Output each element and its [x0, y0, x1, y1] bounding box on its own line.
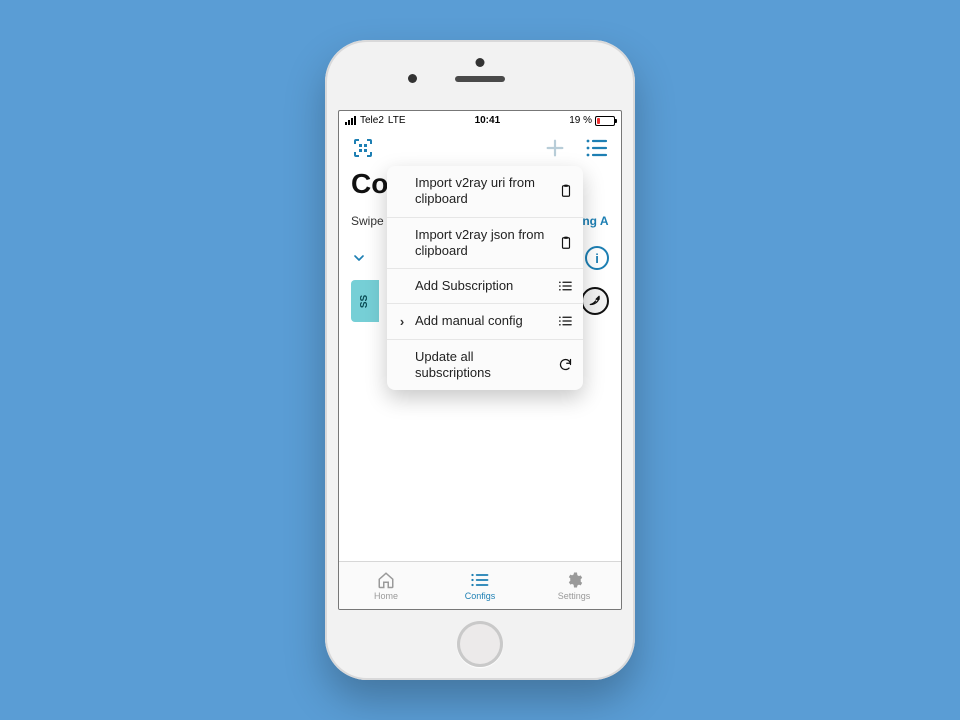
- tab-label: Home: [374, 591, 398, 601]
- status-bar: Tele2 LTE 10:41 19 %: [339, 111, 621, 130]
- tab-bar: Home Configs Settings: [339, 561, 621, 609]
- gear-icon: [565, 571, 583, 589]
- menu-update-subscriptions[interactable]: Update all subscriptions: [387, 340, 583, 391]
- menu-import-json[interactable]: Import v2ray json from clipboard: [387, 218, 583, 270]
- battery-percent: 19 %: [569, 115, 592, 126]
- front-camera: [408, 74, 417, 83]
- menu-add-subscription[interactable]: Add Subscription: [387, 269, 583, 304]
- clipboard-icon: [555, 235, 573, 251]
- home-button[interactable]: [457, 621, 503, 667]
- tab-label: Configs: [465, 591, 496, 601]
- menu-item-label: Add Subscription: [415, 278, 547, 294]
- menu-item-label: Import v2ray uri from clipboard: [415, 175, 547, 208]
- tab-settings[interactable]: Settings: [527, 562, 621, 609]
- menu-item-label: Update all subscriptions: [415, 349, 547, 382]
- protocol-badge: SS: [351, 280, 379, 322]
- chevron-right-icon: ›: [397, 314, 407, 329]
- menu-item-label: Add manual config: [415, 313, 547, 329]
- menu-add-manual-config[interactable]: › Add manual config: [387, 304, 583, 339]
- list-icon: [555, 315, 573, 327]
- swipe-hint: Swipe: [351, 214, 385, 228]
- phone-frame: Tele2 LTE 10:41 19 %: [325, 40, 635, 680]
- proximity-sensor: [476, 58, 485, 67]
- info-icon[interactable]: i: [585, 246, 609, 270]
- carrier-label: Tele2: [360, 115, 384, 126]
- chevron-down-icon: [351, 250, 367, 266]
- network-label: LTE: [388, 115, 406, 126]
- clipboard-icon: [555, 183, 573, 199]
- page-title: Configs: [351, 168, 391, 200]
- add-menu-popover: Import v2ray uri from clipboard Import v…: [387, 166, 583, 390]
- tab-label: Settings: [558, 591, 591, 601]
- scan-qr-button[interactable]: [351, 136, 375, 160]
- add-button[interactable]: [543, 136, 567, 160]
- refresh-icon: [555, 357, 573, 372]
- page-body: Configs Swipe Ping All i SS: [339, 166, 621, 561]
- share-button[interactable]: [581, 287, 609, 315]
- list-icon: [555, 280, 573, 292]
- menu-import-uri[interactable]: Import v2ray uri from clipboard: [387, 166, 583, 218]
- battery-icon: [595, 116, 615, 126]
- list-menu-button[interactable]: [585, 136, 609, 160]
- tab-configs[interactable]: Configs: [433, 562, 527, 609]
- tab-home[interactable]: Home: [339, 562, 433, 609]
- home-icon: [376, 571, 396, 589]
- menu-item-label: Import v2ray json from clipboard: [415, 227, 547, 260]
- signal-icon: [345, 116, 356, 125]
- list-icon: [470, 571, 490, 589]
- earpiece: [455, 76, 505, 82]
- navbar: [339, 130, 621, 166]
- clock: 10:41: [406, 115, 570, 126]
- screen: Tele2 LTE 10:41 19 %: [338, 110, 622, 610]
